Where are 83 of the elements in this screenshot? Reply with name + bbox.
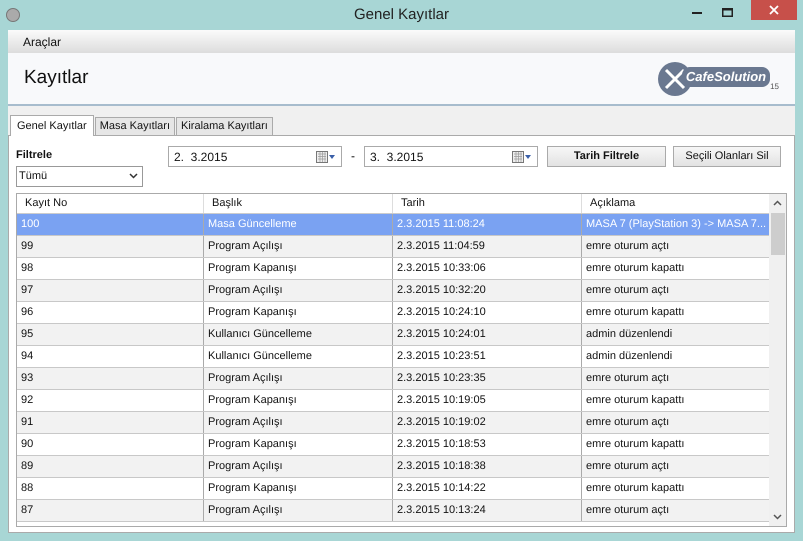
date-from-field[interactable]: 2. 3.2015 <box>168 146 342 167</box>
table-row[interactable]: 87 Program Açılışı 2.3.2015 10:13:24 emre oturum açtı <box>17 500 770 522</box>
table-row[interactable]: 96 Program Kapanışı 2.3.2015 10:24:10 emre oturum kapattı <box>17 302 770 324</box>
scrollbar[interactable] <box>769 194 786 526</box>
calendar-dropdown-icon[interactable] <box>512 150 532 162</box>
table-cell: Program Açılışı <box>204 236 393 257</box>
scroll-thumb[interactable] <box>770 213 785 255</box>
table-cell: 2.3.2015 10:33:06 <box>393 258 582 279</box>
table-row[interactable]: 97 Program Açılışı 2.3.2015 10:32:20 emre oturum açtı <box>17 280 770 302</box>
table-row[interactable]: 88 Program Kapanışı 2.3.2015 10:14:22 emre oturum kapattı <box>17 478 770 500</box>
table-cell: 99 <box>17 236 204 257</box>
table-cell: 87 <box>17 500 204 521</box>
table-cell: 89 <box>17 456 204 477</box>
table-cell: Program Açılışı <box>204 368 393 389</box>
date-to-field[interactable]: 3. 3.2015 <box>364 146 538 167</box>
page-title: Kayıtlar <box>24 66 88 90</box>
tab[interactable]: Masa Kayıtları <box>94 117 176 135</box>
table-cell: 90 <box>17 434 204 455</box>
table-cell: 2.3.2015 10:18:38 <box>393 456 582 477</box>
table-row[interactable]: 91 Program Açılışı 2.3.2015 10:19:02 emre oturum açtı <box>17 412 770 434</box>
table-cell: 2.3.2015 10:32:20 <box>393 280 582 301</box>
table-cell: Program Açılışı <box>204 280 393 301</box>
table-cell: 97 <box>17 280 204 301</box>
close-icon <box>769 5 779 15</box>
table-row[interactable]: 93 Program Açılışı 2.3.2015 10:23:35 emre oturum açtı <box>17 368 770 390</box>
table-cell: Program Açılışı <box>204 500 393 521</box>
table-cell: 88 <box>17 478 204 499</box>
table-cell: 91 <box>17 412 204 433</box>
table-cell: Program Kapanışı <box>204 302 393 323</box>
table-cell: 96 <box>17 302 204 323</box>
table-row[interactable]: 99 Program Açılışı 2.3.2015 11:04:59 emre oturum açtı <box>17 236 770 258</box>
table-row[interactable]: 98 Program Kapanışı 2.3.2015 10:33:06 emre oturum kapattı <box>17 258 770 280</box>
table-cell: 2.3.2015 10:18:53 <box>393 434 582 455</box>
table-cell: 2.3.2015 10:19:05 <box>393 390 582 411</box>
table-cell: 2.3.2015 11:08:24 <box>393 214 582 235</box>
window-title: Genel Kayıtlar <box>352 4 450 25</box>
minimize-icon[interactable] <box>692 12 702 15</box>
table-row[interactable]: 92 Program Kapanışı 2.3.2015 10:19:05 emre oturum kapattı <box>17 390 770 412</box>
table-row[interactable]: 94 Kullanıcı Güncelleme 2.3.2015 10:23:51 admin düzenlendi <box>17 346 770 368</box>
filter-dropdown[interactable]: Tümü <box>16 166 143 186</box>
table-cell: 98 <box>17 258 204 279</box>
logo-version: 15 <box>770 80 779 92</box>
scroll-down-icon[interactable] <box>773 514 782 520</box>
delete-selected-button[interactable]: Seçili Olanları Sil <box>673 146 781 167</box>
table-cell: 2.3.2015 10:23:35 <box>393 368 582 389</box>
table-cell: 100 <box>17 214 204 235</box>
table-cell: Program Kapanışı <box>204 258 393 279</box>
tab[interactable]: Kiralama Kayıtları <box>176 117 273 135</box>
logo-text: CafeSolution <box>682 67 770 86</box>
table-cell: Program Kapanışı <box>204 478 393 499</box>
table-cell: Masa Güncelleme <box>204 214 393 235</box>
maximize-icon[interactable] <box>722 8 733 17</box>
table-row[interactable]: 95 Kullanıcı Güncelleme 2.3.2015 10:24:01 admin düzenlendi <box>17 324 770 346</box>
date-separator: - <box>351 148 355 165</box>
table-cell: 92 <box>17 390 204 411</box>
table-cell: 2.3.2015 10:13:24 <box>393 500 582 521</box>
tab[interactable]: Genel Kayıtlar <box>10 115 94 136</box>
x-mark-icon <box>664 68 686 90</box>
table-cell: 94 <box>17 346 204 367</box>
table-cell: 2.3.2015 10:14:22 <box>393 478 582 499</box>
table-cell: Program Kapanışı <box>204 390 393 411</box>
chevron-down-icon <box>129 173 138 179</box>
table-cell: 2.3.2015 11:04:59 <box>393 236 582 257</box>
scroll-up-icon[interactable] <box>773 200 782 206</box>
filter-label: Filtrele <box>16 148 54 163</box>
app-icon <box>6 8 20 22</box>
table-cell: Program Kapanışı <box>204 434 393 455</box>
table-cell: 2.3.2015 10:23:51 <box>393 346 582 367</box>
calendar-dropdown-icon[interactable] <box>316 150 336 162</box>
table-cell: Program Açılışı <box>204 412 393 433</box>
table-cell: 2.3.2015 10:24:01 <box>393 324 582 345</box>
table-cell: 93 <box>17 368 204 389</box>
table-cell: Program Açılışı <box>204 456 393 477</box>
table-row[interactable]: 89 Program Açılışı 2.3.2015 10:18:38 emre oturum açtı <box>17 456 770 478</box>
table-cell: 2.3.2015 10:19:02 <box>393 412 582 433</box>
table-cell: 95 <box>17 324 204 345</box>
table-cell: Kullanıcı Güncelleme <box>204 346 393 367</box>
filter-date-button[interactable]: Tarih Filtrele <box>547 146 666 167</box>
table-row[interactable]: 90 Program Kapanışı 2.3.2015 10:18:53 emre oturum kapattı <box>17 434 770 456</box>
menu-item[interactable]: Araçlar <box>23 32 62 50</box>
table-cell: Kullanıcı Güncelleme <box>204 324 393 345</box>
close-button[interactable] <box>751 0 797 20</box>
table-cell: 2.3.2015 10:24:10 <box>393 302 582 323</box>
